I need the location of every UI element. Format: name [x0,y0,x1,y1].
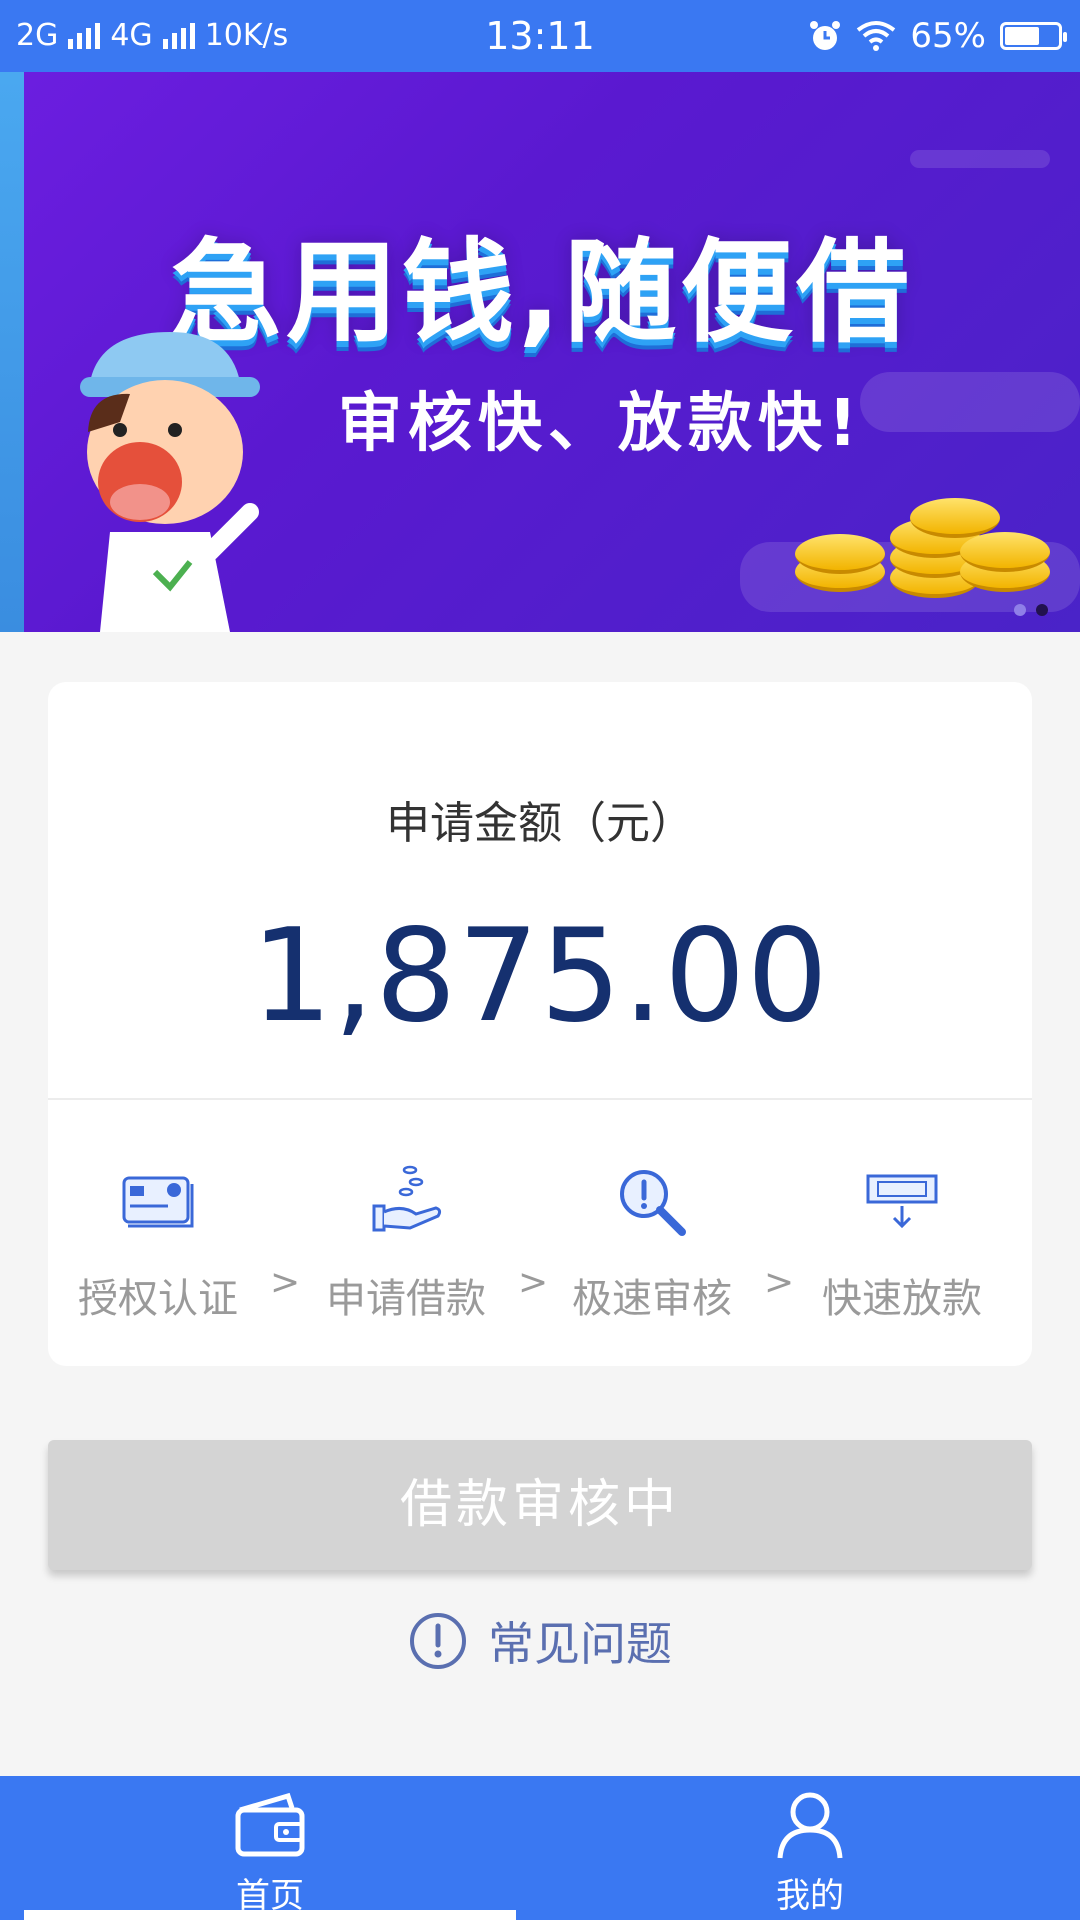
battery-icon [1000,22,1067,50]
alarm-icon [810,21,841,50]
carousel-dot[interactable] [1014,604,1026,616]
loan-amount-value: 1,875.00 [251,902,829,1051]
active-tab-indicator [24,1910,516,1920]
previous-slide-peek [0,72,24,632]
hand-coins-icon [372,1165,442,1232]
step-label: 极速审核 [572,1276,732,1322]
step-label: 申请借款 [326,1276,486,1322]
magnifier-alert-icon [620,1170,686,1236]
step-arrow: > [764,1262,795,1303]
coin-stack-illustration [795,534,885,574]
step-apply: 申请借款 [316,1162,496,1324]
step-review: 极速审核 [562,1162,742,1324]
cartoon-character-illustration [80,332,260,632]
step-disburse: 快速放款 [812,1162,992,1324]
user-icon [777,1792,843,1859]
carousel-dot[interactable] [1036,604,1048,616]
nav-mine[interactable]: 我的 [710,1790,910,1917]
info-alert-icon [410,1613,466,1669]
nav-mine-label: 我的 [776,1876,844,1916]
loan-amount-card: 申请金额（元） 1,875.00 授权认证 > 申请借款 > 极速审核 > 快速… [48,682,1032,1366]
id-card-icon [122,1176,194,1228]
step-label: 授权认证 [78,1276,238,1322]
loan-review-status-button[interactable]: 借款审核中 [48,1440,1032,1570]
carousel-dots[interactable] [1014,604,1048,616]
banner-decoration [860,372,1080,432]
card-divider [48,1098,1032,1100]
cash-out-icon [866,1174,938,1229]
step-arrow: > [518,1262,549,1303]
promo-banner[interactable]: 急用钱,随便借 审核快、放款快! [0,72,1080,632]
system-indicators: 65% [808,16,1067,56]
loan-process-steps: 授权认证 > 申请借款 > 极速审核 > 快速放款 [48,1162,1032,1322]
coin-stack-illustration [960,532,1050,572]
wifi-icon [857,21,896,51]
battery-level [1005,27,1039,45]
amount-label: 申请金额（元） [386,798,694,849]
step-arrow: > [270,1262,301,1303]
banner-decoration [910,150,1050,168]
nav-home[interactable]: 首页 [170,1790,370,1917]
faq-link[interactable]: 常见问题 [0,1608,1080,1674]
step-authorize: 授权认证 [68,1162,248,1324]
wallet-icon [235,1792,305,1857]
step-label: 快速放款 [822,1276,982,1322]
status-bar: 2G 4G 10K/s 13:11 65% [0,0,1080,72]
coin-stack-illustration [910,498,1000,538]
banner-subline: 审核快、放款快! [338,387,864,461]
battery-percent: 65% [910,16,986,56]
faq-label: 常见问题 [488,1617,672,1671]
bottom-navigation: 首页 我的 [0,1776,1080,1920]
